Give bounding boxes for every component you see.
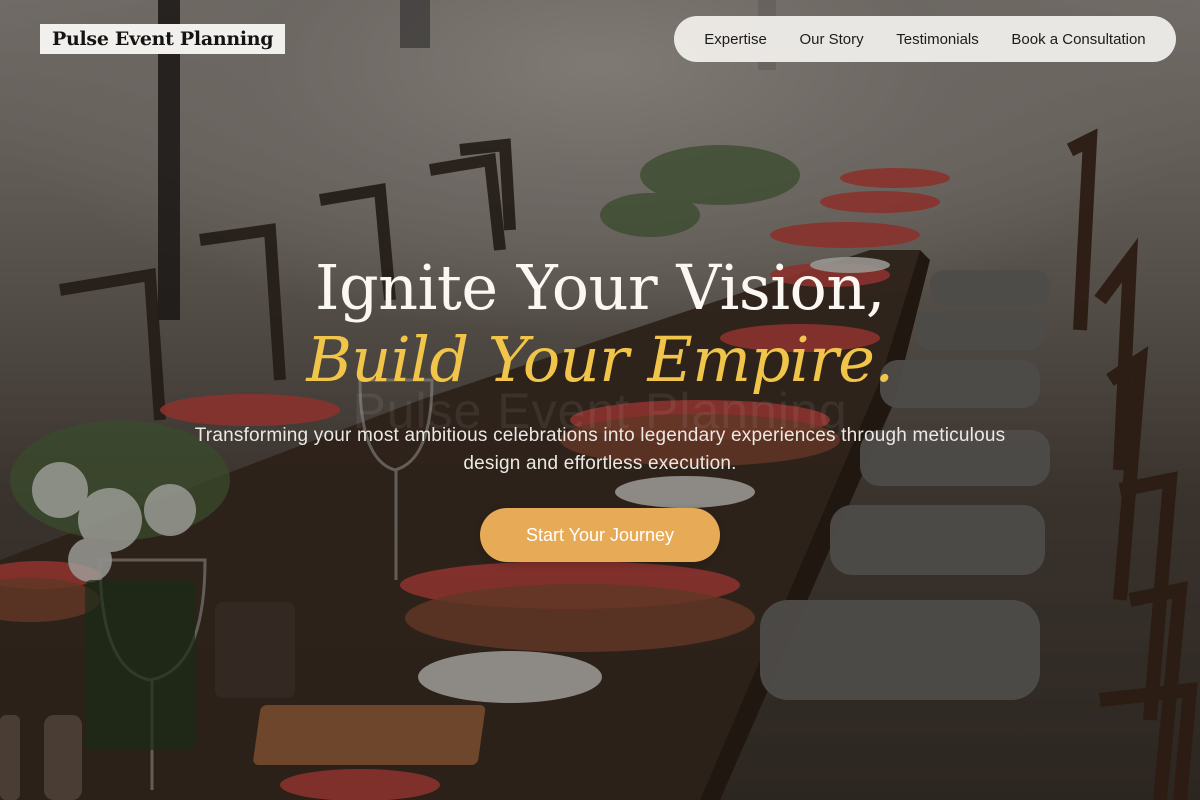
hero-headline: Ignite Your Vision, Build Your Empire. [0, 252, 1200, 396]
nav-link-expertise[interactable]: Expertise [704, 31, 767, 48]
start-journey-button[interactable]: Start Your Journey [480, 508, 720, 562]
nav-link-book-consultation[interactable]: Book a Consultation [1011, 31, 1145, 48]
hero-subtitle: Transforming your most ambitious celebra… [194, 425, 1006, 474]
hero-headline-line-2: Build Your Empire. [306, 323, 894, 396]
nav-link-our-story[interactable]: Our Story [799, 31, 863, 48]
brand-logo[interactable]: Pulse Event Planning [40, 24, 286, 54]
nav-link-testimonials[interactable]: Testimonials [896, 31, 979, 48]
main-navigation: Expertise Our Story Testimonials Book a … [674, 16, 1176, 62]
hero-section: Pulse Event Planning Ignite Your Vision,… [0, 252, 1200, 562]
hero-headline-line-1: Ignite Your Vision, [314, 251, 886, 324]
